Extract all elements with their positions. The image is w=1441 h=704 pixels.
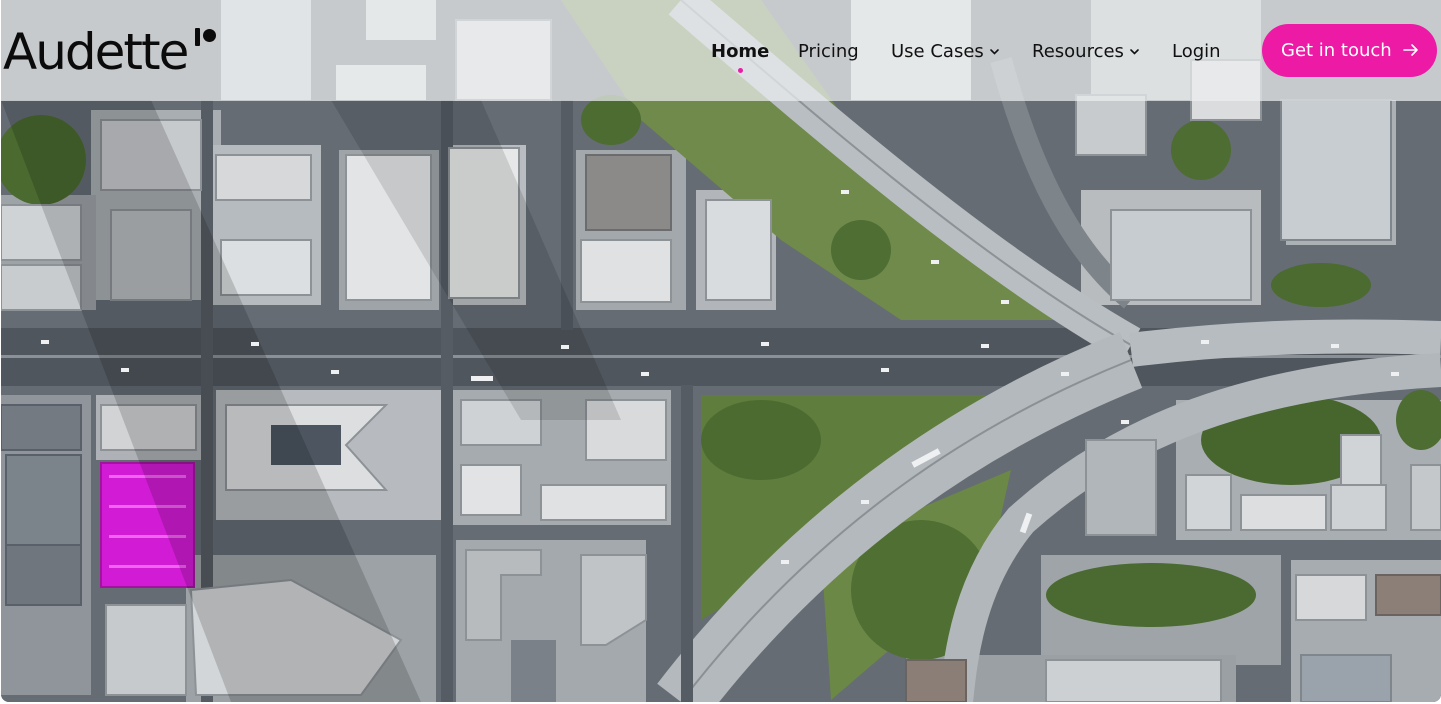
nav-item-label: Resources: [1032, 40, 1124, 62]
nav-item-label: Pricing: [798, 40, 859, 62]
chevron-down-icon: [1130, 48, 1139, 55]
nav-item-login[interactable]: Login: [1172, 34, 1221, 68]
nav-item-label: Use Cases: [891, 40, 984, 62]
nav-item-use-cases[interactable]: Use Cases: [891, 34, 1000, 68]
aerial-city-image: [1, 0, 1441, 702]
active-indicator-dot: [738, 68, 744, 73]
site-header: Audette Home Pricing Use Cases Resources…: [1, 0, 1441, 101]
main-nav: Home Pricing Use Cases Resources Login: [1, 34, 1441, 73]
nav-item-home[interactable]: Home: [711, 34, 770, 73]
arrow-right-icon: [1403, 44, 1418, 56]
hero-image: [1, 0, 1441, 702]
nav-item-label: Home: [711, 40, 770, 62]
nav-item-pricing[interactable]: Pricing: [798, 34, 859, 68]
cta-label: Get in touch: [1281, 40, 1392, 61]
nav-item-label: Login: [1172, 40, 1221, 62]
nav-item-resources[interactable]: Resources: [1032, 34, 1140, 68]
chevron-down-icon: [989, 48, 999, 55]
get-in-touch-button[interactable]: Get in touch: [1262, 24, 1437, 77]
